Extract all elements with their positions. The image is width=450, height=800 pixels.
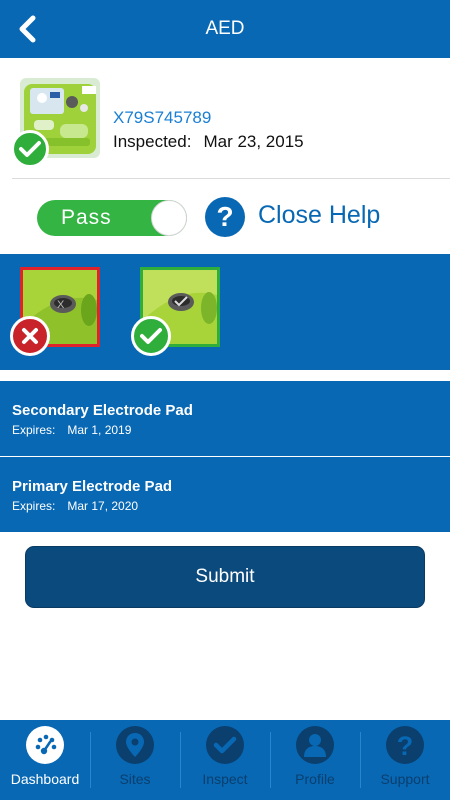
help-panel: X: [0, 254, 450, 370]
question-icon: ?: [216, 201, 234, 232]
electrode-pad-item[interactable]: Secondary Electrode Pad Expires: Mar 1, 2…: [0, 381, 450, 456]
tab-label: Inspect: [202, 771, 248, 787]
close-help-link[interactable]: Close Help: [258, 201, 380, 230]
location-pin-icon: [116, 726, 154, 764]
tab-sites[interactable]: Sites: [90, 720, 180, 800]
expires-date: Mar 17, 2020: [67, 499, 139, 513]
page-title: AED: [205, 18, 245, 39]
tab-label: Profile: [295, 771, 335, 787]
inspected-label: Inspected:: [113, 132, 192, 151]
svg-text:X: X: [57, 299, 65, 311]
status-row: Pass ? Close Help: [0, 179, 450, 254]
pass-toggle[interactable]: Pass: [37, 200, 187, 236]
check-icon: [206, 726, 244, 764]
pad-expiry: Expires: Mar 1, 2019: [12, 423, 131, 437]
pad-title: Primary Electrode Pad: [12, 478, 173, 495]
submit-button[interactable]: Submit: [25, 546, 425, 608]
electrode-pad-item[interactable]: Primary Electrode Pad Expires: Mar 17, 20…: [0, 457, 450, 532]
check-icon: [140, 328, 162, 344]
expires-label: Expires:: [12, 423, 56, 437]
bottom-tab-bar: Dashboard Sites Inspect Profile ? Suppor…: [0, 720, 450, 800]
help-button[interactable]: ?: [205, 197, 245, 237]
pass-badge: [131, 316, 171, 356]
tab-label: Dashboard: [10, 771, 80, 787]
pad-title: Secondary Electrode Pad: [12, 402, 193, 419]
tab-profile[interactable]: Profile: [270, 720, 360, 800]
pass-toggle-label: Pass: [61, 206, 112, 229]
check-icon: [19, 141, 41, 157]
inspection-pass-badge: [11, 130, 49, 168]
expires-label: Expires:: [12, 499, 56, 513]
fail-badge: [10, 316, 50, 356]
x-icon: [22, 328, 38, 344]
tab-support[interactable]: ? Support: [360, 720, 450, 800]
tab-label: Sites: [119, 771, 151, 787]
person-icon: [296, 726, 334, 764]
dashboard-gauge-icon: [26, 726, 64, 764]
toggle-knob: [151, 200, 187, 236]
app-header: AED: [0, 0, 450, 58]
device-serial-link[interactable]: X79S745789: [113, 108, 211, 128]
tab-label: Support: [380, 771, 430, 787]
inspected-date: Mar 23, 2015: [203, 132, 304, 151]
expires-date: Mar 1, 2019: [67, 423, 132, 437]
tab-dashboard[interactable]: Dashboard: [0, 720, 90, 800]
pad-expiry: Expires: Mar 17, 2020: [12, 499, 138, 513]
svg-text:?: ?: [397, 731, 414, 760]
question-icon: ?: [386, 726, 424, 764]
inspected-info: Inspected: Mar 23, 2015: [113, 132, 304, 152]
device-summary: X79S745789 Inspected: Mar 23, 2015: [0, 58, 450, 178]
tab-inspect[interactable]: Inspect: [180, 720, 270, 800]
